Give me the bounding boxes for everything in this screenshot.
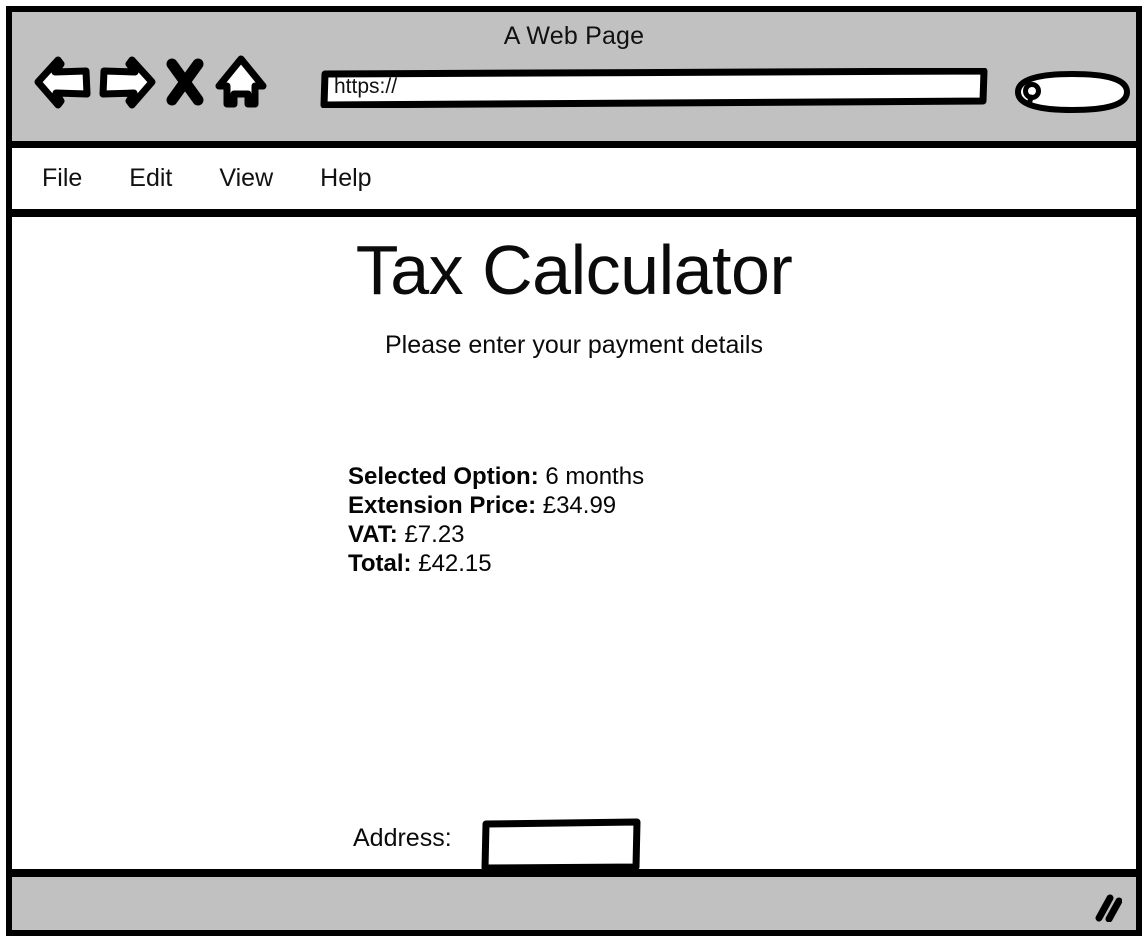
address-input[interactable] xyxy=(481,818,641,872)
menu-item-help[interactable]: Help xyxy=(320,164,371,193)
summary-row-vat: VAT: £7.23 xyxy=(348,520,644,549)
menu-bar: File Edit View Help xyxy=(12,148,1136,217)
summary-label-extension-price: Extension Price: xyxy=(348,492,537,519)
app-screenshot: A Web Page https:// File Edit View Help … xyxy=(0,0,1148,942)
menu-item-file[interactable]: File xyxy=(42,164,82,193)
order-summary: Selected Option: 6 months Extension Pric… xyxy=(348,462,644,578)
summary-value-selected-option: 6 months xyxy=(538,463,645,490)
summary-row-total: Total: £42.15 xyxy=(348,549,644,578)
page-subtitle: Please enter your payment details xyxy=(385,330,763,359)
summary-row-selected-option: Selected Option: 6 months xyxy=(348,462,644,491)
page-title: Tax Calculator xyxy=(355,231,793,309)
browser-window: A Web Page https:// File Edit View Help … xyxy=(6,6,1142,936)
navigation-buttons xyxy=(34,54,268,110)
status-bar xyxy=(12,869,1136,930)
summary-value-total: £42.15 xyxy=(411,550,492,577)
url-bar[interactable]: https:// xyxy=(320,68,988,108)
summary-value-vat: £7.23 xyxy=(397,521,465,548)
forward-icon[interactable] xyxy=(98,54,156,110)
url-input[interactable]: https:// xyxy=(334,75,397,99)
resize-grip-icon[interactable] xyxy=(1086,892,1123,923)
browser-toolbar: A Web Page https:// xyxy=(12,12,1136,148)
home-icon[interactable] xyxy=(214,54,268,110)
summary-label-selected-option: Selected Option: xyxy=(348,463,539,490)
menu-item-view[interactable]: View xyxy=(219,164,273,193)
summary-label-vat: VAT: xyxy=(348,521,398,548)
menu-item-edit[interactable]: Edit xyxy=(129,164,172,193)
stop-icon[interactable] xyxy=(162,54,208,110)
address-label: Address: xyxy=(353,824,452,852)
page-content: Tax Calculator Please enter your payment… xyxy=(12,217,1136,880)
window-title: A Web Page xyxy=(503,22,645,50)
summary-value-extension-price: £34.99 xyxy=(536,492,617,519)
search-box[interactable] xyxy=(1010,70,1134,114)
back-icon[interactable] xyxy=(34,54,92,110)
summary-row-extension-price: Extension Price: £34.99 xyxy=(348,491,644,520)
summary-label-total: Total: xyxy=(348,550,412,577)
